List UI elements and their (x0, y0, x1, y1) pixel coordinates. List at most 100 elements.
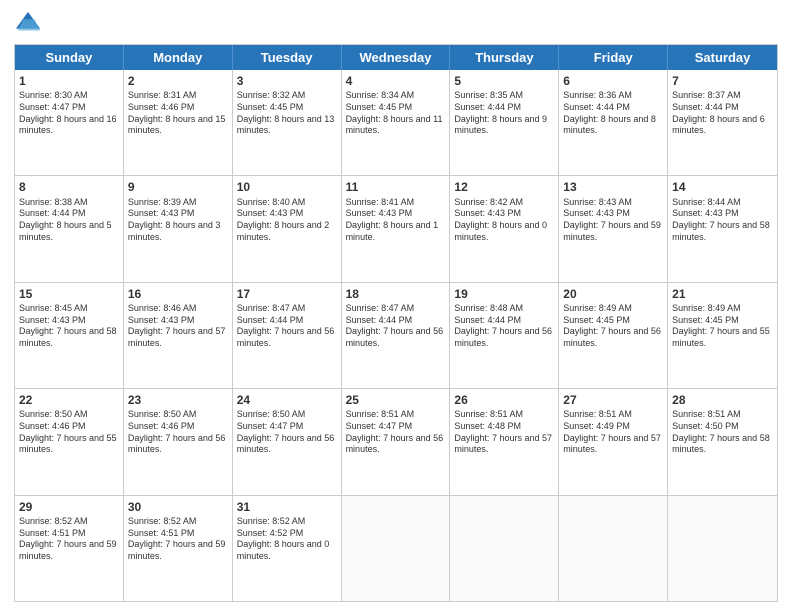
cell-info: Sunrise: 8:51 AM Sunset: 4:50 PM Dayligh… (672, 409, 773, 456)
day-number: 20 (563, 286, 663, 302)
day-number: 21 (672, 286, 773, 302)
logo-icon (14, 10, 42, 38)
calendar-cell: 10 Sunrise: 8:40 AM Sunset: 4:43 PM Dayli… (233, 176, 342, 281)
cell-info: Sunrise: 8:38 AM Sunset: 4:44 PM Dayligh… (19, 197, 119, 244)
cell-info: Sunrise: 8:31 AM Sunset: 4:46 PM Dayligh… (128, 90, 228, 137)
day-number: 31 (237, 499, 337, 515)
day-number: 2 (128, 73, 228, 89)
calendar-cell: 5Sunrise: 8:35 AM Sunset: 4:44 PM Daylig… (450, 70, 559, 175)
cell-info: Sunrise: 8:52 AM Sunset: 4:51 PM Dayligh… (128, 516, 228, 563)
cell-info: Sunrise: 8:51 AM Sunset: 4:49 PM Dayligh… (563, 409, 663, 456)
calendar-cell: 30Sunrise: 8:52 AM Sunset: 4:51 PM Dayli… (124, 496, 233, 601)
cell-info: Sunrise: 8:39 AM Sunset: 4:43 PM Dayligh… (128, 197, 228, 244)
day-number: 28 (672, 392, 773, 408)
calendar-header-day: Thursday (450, 45, 559, 70)
calendar-cell: 21Sunrise: 8:49 AM Sunset: 4:45 PM Dayli… (668, 283, 777, 388)
cell-info: Sunrise: 8:50 AM Sunset: 4:47 PM Dayligh… (237, 409, 337, 456)
calendar-header-row: SundayMondayTuesdayWednesdayThursdayFrid… (15, 45, 777, 70)
day-number: 9 (128, 179, 228, 195)
day-number: 8 (19, 179, 119, 195)
day-number: 5 (454, 73, 554, 89)
day-number: 14 (672, 179, 773, 195)
day-number: 1 (19, 73, 119, 89)
day-number: 7 (672, 73, 773, 89)
day-number: 22 (19, 392, 119, 408)
calendar-cell: 7Sunrise: 8:37 AM Sunset: 4:44 PM Daylig… (668, 70, 777, 175)
cell-info: Sunrise: 8:47 AM Sunset: 4:44 PM Dayligh… (237, 303, 337, 350)
calendar-cell (559, 496, 668, 601)
calendar-cell (668, 496, 777, 601)
cell-info: Sunrise: 8:50 AM Sunset: 4:46 PM Dayligh… (128, 409, 228, 456)
calendar-cell: 15Sunrise: 8:45 AM Sunset: 4:43 PM Dayli… (15, 283, 124, 388)
cell-info: Sunrise: 8:41 AM Sunset: 4:43 PM Dayligh… (346, 197, 446, 244)
page: SundayMondayTuesdayWednesdayThursdayFrid… (0, 0, 792, 612)
cell-info: Sunrise: 8:49 AM Sunset: 4:45 PM Dayligh… (672, 303, 773, 350)
calendar-body: 1Sunrise: 8:30 AM Sunset: 4:47 PM Daylig… (15, 70, 777, 601)
day-number: 10 (237, 179, 337, 195)
day-number: 13 (563, 179, 663, 195)
calendar-cell: 28Sunrise: 8:51 AM Sunset: 4:50 PM Dayli… (668, 389, 777, 494)
calendar-cell: 16Sunrise: 8:46 AM Sunset: 4:43 PM Dayli… (124, 283, 233, 388)
cell-info: Sunrise: 8:45 AM Sunset: 4:43 PM Dayligh… (19, 303, 119, 350)
calendar-header-day: Wednesday (342, 45, 451, 70)
cell-info: Sunrise: 8:52 AM Sunset: 4:52 PM Dayligh… (237, 516, 337, 563)
cell-info: Sunrise: 8:30 AM Sunset: 4:47 PM Dayligh… (19, 90, 119, 137)
cell-info: Sunrise: 8:35 AM Sunset: 4:44 PM Dayligh… (454, 90, 554, 137)
cell-info: Sunrise: 8:32 AM Sunset: 4:45 PM Dayligh… (237, 90, 337, 137)
calendar-cell: 9 Sunrise: 8:39 AM Sunset: 4:43 PM Daylig… (124, 176, 233, 281)
cell-info: Sunrise: 8:49 AM Sunset: 4:45 PM Dayligh… (563, 303, 663, 350)
day-number: 18 (346, 286, 446, 302)
calendar-cell: 3Sunrise: 8:32 AM Sunset: 4:45 PM Daylig… (233, 70, 342, 175)
calendar-week: 15Sunrise: 8:45 AM Sunset: 4:43 PM Dayli… (15, 283, 777, 389)
calendar-cell (450, 496, 559, 601)
day-number: 12 (454, 179, 554, 195)
calendar-cell: 19Sunrise: 8:48 AM Sunset: 4:44 PM Dayli… (450, 283, 559, 388)
cell-info: Sunrise: 8:34 AM Sunset: 4:45 PM Dayligh… (346, 90, 446, 137)
cell-info: Sunrise: 8:51 AM Sunset: 4:48 PM Dayligh… (454, 409, 554, 456)
logo (14, 10, 46, 38)
cell-info: Sunrise: 8:52 AM Sunset: 4:51 PM Dayligh… (19, 516, 119, 563)
calendar-header-day: Sunday (15, 45, 124, 70)
day-number: 11 (346, 179, 446, 195)
calendar-week: 8 Sunrise: 8:38 AM Sunset: 4:44 PM Daylig… (15, 176, 777, 282)
calendar-header-day: Tuesday (233, 45, 342, 70)
calendar-cell: 17Sunrise: 8:47 AM Sunset: 4:44 PM Dayli… (233, 283, 342, 388)
cell-info: Sunrise: 8:43 AM Sunset: 4:43 PM Dayligh… (563, 197, 663, 244)
day-number: 30 (128, 499, 228, 515)
calendar-cell: 13 Sunrise: 8:43 AM Sunset: 4:43 PM Dayli… (559, 176, 668, 281)
day-number: 15 (19, 286, 119, 302)
calendar-header-day: Friday (559, 45, 668, 70)
day-number: 16 (128, 286, 228, 302)
calendar-cell: 6Sunrise: 8:36 AM Sunset: 4:44 PM Daylig… (559, 70, 668, 175)
calendar: SundayMondayTuesdayWednesdayThursdayFrid… (14, 44, 778, 602)
day-number: 6 (563, 73, 663, 89)
calendar-week: 1Sunrise: 8:30 AM Sunset: 4:47 PM Daylig… (15, 70, 777, 176)
calendar-week: 29Sunrise: 8:52 AM Sunset: 4:51 PM Dayli… (15, 496, 777, 601)
calendar-cell: 31Sunrise: 8:52 AM Sunset: 4:52 PM Dayli… (233, 496, 342, 601)
calendar-cell: 20Sunrise: 8:49 AM Sunset: 4:45 PM Dayli… (559, 283, 668, 388)
cell-info: Sunrise: 8:40 AM Sunset: 4:43 PM Dayligh… (237, 197, 337, 244)
cell-info: Sunrise: 8:50 AM Sunset: 4:46 PM Dayligh… (19, 409, 119, 456)
cell-info: Sunrise: 8:36 AM Sunset: 4:44 PM Dayligh… (563, 90, 663, 137)
cell-info: Sunrise: 8:44 AM Sunset: 4:43 PM Dayligh… (672, 197, 773, 244)
calendar-cell: 2Sunrise: 8:31 AM Sunset: 4:46 PM Daylig… (124, 70, 233, 175)
day-number: 3 (237, 73, 337, 89)
day-number: 4 (346, 73, 446, 89)
cell-info: Sunrise: 8:37 AM Sunset: 4:44 PM Dayligh… (672, 90, 773, 137)
calendar-cell: 12 Sunrise: 8:42 AM Sunset: 4:43 PM Dayli… (450, 176, 559, 281)
cell-info: Sunrise: 8:48 AM Sunset: 4:44 PM Dayligh… (454, 303, 554, 350)
day-number: 19 (454, 286, 554, 302)
header (14, 10, 778, 38)
day-number: 26 (454, 392, 554, 408)
calendar-week: 22Sunrise: 8:50 AM Sunset: 4:46 PM Dayli… (15, 389, 777, 495)
day-number: 17 (237, 286, 337, 302)
calendar-cell: 1Sunrise: 8:30 AM Sunset: 4:47 PM Daylig… (15, 70, 124, 175)
calendar-cell: 27Sunrise: 8:51 AM Sunset: 4:49 PM Dayli… (559, 389, 668, 494)
calendar-cell: 22Sunrise: 8:50 AM Sunset: 4:46 PM Dayli… (15, 389, 124, 494)
calendar-cell: 24Sunrise: 8:50 AM Sunset: 4:47 PM Dayli… (233, 389, 342, 494)
calendar-cell: 8 Sunrise: 8:38 AM Sunset: 4:44 PM Daylig… (15, 176, 124, 281)
cell-info: Sunrise: 8:42 AM Sunset: 4:43 PM Dayligh… (454, 197, 554, 244)
day-number: 29 (19, 499, 119, 515)
day-number: 23 (128, 392, 228, 408)
calendar-cell: 18Sunrise: 8:47 AM Sunset: 4:44 PM Dayli… (342, 283, 451, 388)
